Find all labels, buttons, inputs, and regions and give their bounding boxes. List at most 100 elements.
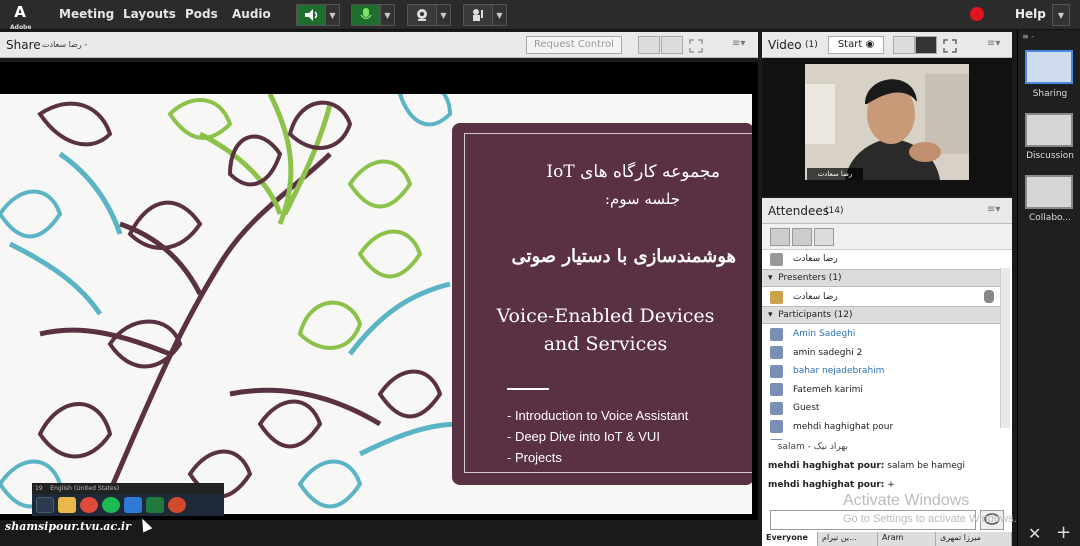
breakout-view-icon[interactable] xyxy=(814,228,834,246)
slide-en-title-1: Voice-Enabled Devices xyxy=(496,305,715,327)
shared-taskbar xyxy=(32,494,224,516)
fit-width-icon[interactable] xyxy=(638,36,660,54)
webcam-icon xyxy=(417,9,427,21)
share-content: مجموعه کارگاه های IoT جلسه سوم: هوشمندسا… xyxy=(0,62,758,520)
presenter-name: رضا سعادت - xyxy=(42,40,88,49)
user-icon xyxy=(770,346,783,359)
attendees-scrollbar[interactable] xyxy=(1000,268,1010,428)
attendees-pod-title: Attendees xyxy=(768,204,830,218)
speaker-icon xyxy=(305,9,318,21)
participant-row[interactable]: Amin Sadeghi xyxy=(768,325,1004,343)
slide-fa-session: جلسه سوم: xyxy=(604,190,680,208)
attendees-pod-menu[interactable]: ≡▾ xyxy=(987,204,1000,215)
chat-tab[interactable]: ین نیرام... xyxy=(818,532,878,546)
video-pod-title: Video xyxy=(768,38,802,52)
slide-title-panel: مجموعه کارگاه های IoT جلسه سوم: هوشمندسا… xyxy=(452,123,752,485)
share-pod-header: Share رضا سعادت - Request Control ≡▾ xyxy=(0,32,758,58)
participant-row[interactable]: Guest xyxy=(768,399,1004,417)
raise-hand-button[interactable] xyxy=(463,4,493,26)
attendees-toolbar xyxy=(762,224,1012,250)
menu-audio[interactable]: Audio xyxy=(232,7,271,21)
slide-bullet: - Deep Dive into IoT & VUI xyxy=(507,429,660,444)
speaker-dropdown[interactable]: ▼ xyxy=(326,4,340,26)
help-dropdown[interactable]: ▼ xyxy=(1052,4,1070,26)
participant-name: bahar nejadebrahim xyxy=(793,366,885,376)
webcam-button[interactable] xyxy=(407,4,437,26)
presentation-slide: مجموعه کارگاه های IoT جلسه سوم: هوشمندسا… xyxy=(0,94,752,514)
layout-label: Discussion xyxy=(1026,151,1074,161)
layout-sharing[interactable] xyxy=(1025,50,1073,84)
activate-windows-title: Activate Windows xyxy=(843,492,970,509)
video-fullscreen-icon[interactable] xyxy=(943,38,957,53)
recording-indicator[interactable] xyxy=(970,7,984,21)
slide-fa-title: مجموعه کارگاه های IoT xyxy=(546,162,720,182)
presenter-row[interactable]: رضا سعادت xyxy=(768,288,1004,306)
video-caption: رضا سعادت xyxy=(807,168,863,180)
status-dropdown[interactable]: ▼ xyxy=(493,4,507,26)
video-single-icon[interactable] xyxy=(915,36,937,54)
fullscreen-icon[interactable] xyxy=(689,38,703,53)
webcam-dropdown[interactable]: ▼ xyxy=(437,4,451,26)
participant-name: amin sadeghi 2 xyxy=(793,347,863,358)
attendees-pod-header: Attendees (14) ≡▾ xyxy=(762,198,1012,224)
speaker-button[interactable] xyxy=(296,4,326,26)
chat-message: mehdi haghighat pour: salam be hamegi xyxy=(768,461,965,471)
share-pod-title: Share xyxy=(6,38,41,52)
chat-tabs: Everyone ین نیرام... Aram میرزا تمهری xyxy=(762,532,1012,546)
participant-name: mehdi haghighat pour xyxy=(793,421,894,432)
participant-row[interactable]: amin sadeghi 2 xyxy=(768,344,1004,362)
menubar: A Adobe Meeting Layouts Pods Audio ▼ ▼ ▼ … xyxy=(0,0,1080,31)
layout-label: Sharing xyxy=(1032,89,1068,99)
participants-group[interactable]: ▾ Participants (12) xyxy=(762,306,1000,324)
presenter-video-frame xyxy=(805,64,969,180)
chat-message: mehdi haghighat pour: + xyxy=(768,480,895,490)
add-layout-icon[interactable]: + xyxy=(1056,522,1071,543)
chat-tab[interactable]: Aram xyxy=(878,532,936,546)
presenter-name: رضا سعادت xyxy=(793,292,838,302)
video-pod-menu[interactable]: ≡▾ xyxy=(987,38,1000,49)
participant-name: Amin Sadeghi xyxy=(793,329,856,339)
layouts-panel-menu[interactable]: ≡ - xyxy=(1022,32,1034,41)
status-view-icon[interactable] xyxy=(792,228,812,246)
menu-pods[interactable]: Pods xyxy=(185,7,218,21)
status-control: ▼ xyxy=(463,4,507,26)
request-control-button[interactable]: Request Control xyxy=(526,36,622,54)
fit-page-icon[interactable] xyxy=(661,36,683,54)
mic-dropdown[interactable]: ▼ xyxy=(381,4,395,26)
participant-row[interactable]: Fatemeh karimi xyxy=(768,381,1004,399)
chat-tab-everyone[interactable]: Everyone xyxy=(762,532,818,546)
chat-tab[interactable]: میرزا تمهری xyxy=(936,532,1012,546)
video-grid-icon[interactable] xyxy=(893,36,915,54)
raise-hand-icon xyxy=(473,9,483,21)
participant-row[interactable]: bahar nejadebrahim xyxy=(768,362,1004,380)
webcam-control: ▼ xyxy=(407,4,451,26)
host-row[interactable]: رضا سعادت xyxy=(768,250,1004,268)
slide-title-frame: مجموعه کارگاه های IoT جلسه سوم: هوشمندسا… xyxy=(464,133,752,473)
mic-control: ▼ xyxy=(351,4,395,26)
menu-meeting[interactable]: Meeting xyxy=(59,7,114,21)
adobe-logo[interactable]: A Adobe xyxy=(8,3,32,31)
presenters-group[interactable]: ▾ Presenters (1) xyxy=(762,269,1000,287)
user-icon xyxy=(770,364,783,378)
participant-row[interactable]: mehdi haghighat pour xyxy=(768,418,1004,436)
share-pod-menu[interactable]: ≡▾ xyxy=(732,38,745,49)
layout-label: Collabo... xyxy=(1029,213,1071,223)
presenter-video[interactable]: رضا سعادت xyxy=(805,64,969,180)
microphone-button[interactable] xyxy=(351,4,381,26)
powerpoint-icon xyxy=(168,497,186,513)
spotify-icon xyxy=(102,497,120,513)
video-count: (1) xyxy=(805,40,818,50)
slide-bullet: - Introduction to Voice Assistant xyxy=(507,408,689,423)
list-view-icon[interactable] xyxy=(770,228,790,246)
slide-en-title-2: and Services xyxy=(543,333,668,355)
chat-partial-message: بهراد نیک - salam xyxy=(777,442,848,452)
todo-icon xyxy=(124,497,142,513)
help-menu[interactable]: Help xyxy=(1015,7,1046,21)
menu-layouts[interactable]: Layouts xyxy=(123,7,176,21)
user-icon xyxy=(770,383,783,396)
layout-discussion[interactable] xyxy=(1025,113,1073,147)
close-icon[interactable]: ✕ xyxy=(1028,524,1041,543)
video-feed-area: رضا سعادت xyxy=(762,58,1012,196)
video-start-button[interactable]: Start ◉ xyxy=(828,36,884,54)
layout-collaboration[interactable] xyxy=(1025,175,1073,209)
